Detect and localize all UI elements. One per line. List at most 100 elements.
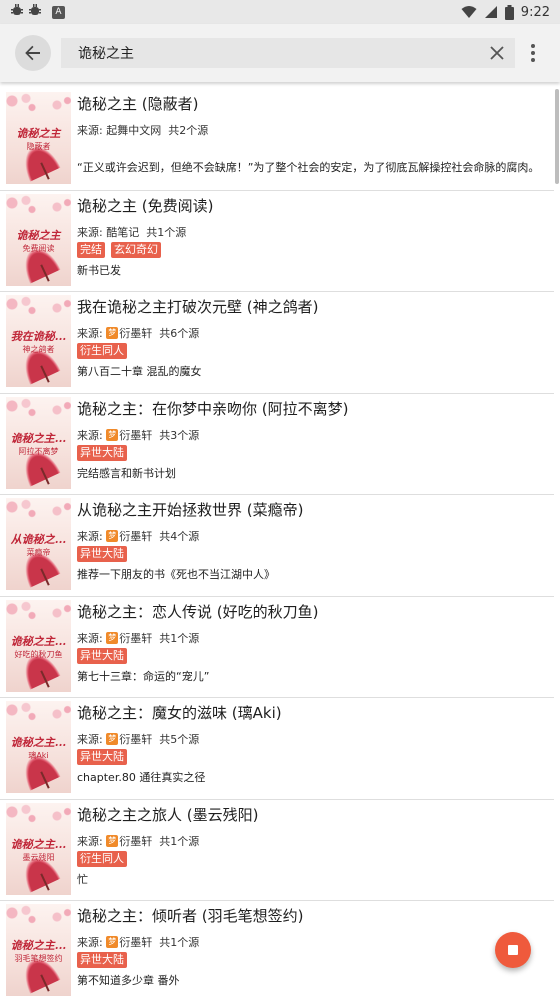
book-list-item[interactable]: 我在诡秘... 神之鸽者 我在诡秘之主打破次元壁 (神之鸽者) 来源: 梦衍墨轩… — [0, 292, 554, 394]
book-source: 来源: 梦衍墨轩 共5个源 — [77, 731, 199, 747]
cover-author: 璃Aki — [28, 751, 49, 760]
book-cover: 诡秘之主 隐蔽者 — [6, 92, 71, 184]
source-prefix: 来源: — [77, 733, 107, 746]
cover-title: 我在诡秘... — [10, 330, 67, 343]
book-tags: 异世大陆 — [77, 647, 127, 664]
a-icon: A — [52, 5, 65, 19]
cover-title: 从诡秘之... — [10, 533, 67, 546]
more-vert-icon[interactable] — [523, 38, 543, 68]
source-site-icon: 梦 — [106, 834, 119, 847]
book-source: 来源: 梦衍墨轩 共1个源 — [77, 833, 199, 849]
source-site-icon: 梦 — [106, 631, 119, 644]
book-cover: 诡秘之主... 阿拉不离梦 — [6, 396, 71, 489]
cover-title: 诡秘之主... — [10, 939, 67, 952]
book-cover: 从诡秘之... 菜瘾帝 — [6, 498, 71, 590]
book-cover: 诡秘之主... 墨云残阳 — [6, 802, 71, 895]
source-site-icon: 梦 — [106, 428, 119, 441]
source-prefix: 来源: — [77, 530, 107, 543]
scrollbar[interactable] — [555, 89, 559, 184]
book-source: 来源: 梦衍墨轩 共6个源 — [77, 325, 199, 341]
clear-icon[interactable] — [489, 45, 505, 61]
book-list-item[interactable]: 诡秘之主... 羽毛笔想签约 诡秘之主：倾听者 (羽毛笔想签约) 来源: 梦衍墨… — [0, 901, 554, 997]
book-list-item[interactable]: 诡秘之主... 墨云残阳 诡秘之主之旅人 (墨云残阳) 来源: 梦衍墨轩 共1个… — [0, 800, 554, 901]
cover-title: 诡秘之主... — [10, 837, 67, 851]
book-list-item[interactable]: 诡秘之主 免费阅读 诡秘之主 (免费阅读) 来源: 酷笔记 共1个源 完结 玄幻奇… — [0, 191, 554, 292]
book-list-item[interactable]: 诡秘之主... 璃Aki 诡秘之主：魔女的滋味 (璃Aki) 来源: 梦衍墨轩 … — [0, 698, 554, 800]
cover-author: 隐蔽者 — [26, 142, 51, 151]
book-latest-chapter: 完结感言和新书计划 — [77, 466, 176, 480]
app-bar: 诡秘之主 — [0, 24, 560, 82]
cover-title: 诡秘之主 — [16, 228, 61, 242]
book-tags: 衍生同人 — [77, 850, 127, 867]
book-source: 来源: 酷笔记 共1个源 — [77, 224, 186, 240]
source-prefix: 来源: — [77, 327, 107, 340]
cover-author: 阿拉不离梦 — [18, 446, 59, 456]
book-latest-chapter: chapter.80 通往真实之径 — [77, 771, 206, 784]
book-tags: 衍生同人 — [77, 343, 127, 359]
back-button[interactable] — [15, 35, 51, 71]
book-list-item[interactable]: 诡秘之主... 阿拉不离梦 诡秘之主：在你梦中亲吻你 (阿拉不离梦) 来源: 梦… — [0, 394, 554, 495]
category-tag: 异世大陆 — [77, 952, 127, 968]
book-tags: 异世大陆 — [77, 546, 127, 562]
back-arrow-icon — [25, 45, 40, 61]
status-left-icons: A — [10, 3, 65, 21]
book-list-item[interactable]: 从诡秘之... 菜瘾帝 从诡秘之主开始拯救世界 (菜瘾帝) 来源: 梦衍墨轩 共… — [0, 495, 554, 597]
search-input[interactable]: 诡秘之主 — [61, 38, 515, 68]
book-latest-chapter: 第七十三章：命运的“宠儿” — [77, 669, 210, 683]
book-title: 诡秘之主：恋人传说 (好吃的秋刀鱼) — [77, 602, 319, 621]
source-site-icon: 梦 — [106, 327, 119, 339]
book-tags: 异世大陆 — [77, 952, 127, 968]
source-text: 衍墨轩 共1个源 — [119, 631, 200, 645]
source-prefix: 来源: — [77, 936, 107, 949]
book-list-item[interactable]: 诡秘之主... 好吃的秋刀鱼 诡秘之主：恋人传说 (好吃的秋刀鱼) 来源: 梦衍… — [0, 597, 554, 698]
book-cover: 诡秘之主... 好吃的秋刀鱼 — [6, 599, 71, 692]
source-text: 衍墨轩 共1个源 — [119, 834, 200, 848]
book-cover: 我在诡秘... 神之鸽者 — [6, 295, 71, 387]
book-latest-chapter: 忙 — [77, 872, 88, 886]
bug-icon — [28, 3, 42, 21]
bug-icon — [10, 3, 24, 21]
category-tag: 异世大陆 — [77, 749, 127, 765]
signal-icon — [484, 6, 497, 18]
source-text: 衍墨轩 共5个源 — [119, 733, 200, 746]
book-title: 诡秘之主：魔女的滋味 (璃Aki) — [77, 704, 282, 722]
stop-button[interactable] — [495, 932, 531, 968]
book-title: 诡秘之主：倾听者 (羽毛笔想签约) — [77, 907, 304, 925]
search-result-list[interactable]: 诡秘之主 隐蔽者 诡秘之主 (隐蔽者) 来源: 起舞中文网 共2个源 “正义或许… — [0, 89, 560, 997]
book-latest-chapter: 推荐一下朋友的书《死也不当江湖中人》 — [77, 568, 275, 581]
book-source: 来源: 梦衍墨轩 共4个源 — [77, 528, 199, 544]
book-tags: 异世大陆 — [77, 749, 127, 765]
book-cover: 诡秘之主... 羽毛笔想签约 — [6, 904, 71, 996]
category-tag: 异世大陆 — [77, 546, 127, 562]
status-time: 9:22 — [520, 4, 550, 20]
status-right-icons: 9:22 — [461, 4, 550, 20]
source-site-icon: 梦 — [106, 733, 119, 745]
source-text: 来源: 起舞中文网 共2个源 — [77, 124, 209, 137]
category-tag: 异世大陆 — [77, 444, 127, 461]
book-title: 诡秘之主：在你梦中亲吻你 (阿拉不离梦) — [77, 399, 349, 418]
cover-title: 诡秘之主 — [16, 127, 61, 140]
source-text: 衍墨轩 共4个源 — [119, 530, 200, 543]
book-source: 来源: 梦衍墨轩 共1个源 — [77, 934, 199, 950]
source-text: 来源: 酷笔记 共1个源 — [77, 225, 187, 239]
book-latest-chapter: 新书已发 — [77, 263, 121, 277]
source-text: 衍墨轩 共3个源 — [119, 428, 200, 442]
battery-icon — [504, 4, 514, 20]
cover-author: 墨云残阳 — [22, 852, 55, 862]
category-tag: 衍生同人 — [77, 850, 127, 867]
wifi-icon — [461, 6, 477, 18]
book-latest-chapter: “正义或许会迟到，但绝不会缺席！”为了整个社会的安定，为了彻底瓦解操控社会命脉的… — [77, 161, 540, 174]
source-prefix: 来源: — [77, 428, 107, 442]
book-list-item[interactable]: 诡秘之主 隐蔽者 诡秘之主 (隐蔽者) 来源: 起舞中文网 共2个源 “正义或许… — [0, 89, 554, 191]
book-tags: 完结 玄幻奇幻 — [77, 241, 161, 258]
source-text: 衍墨轩 共6个源 — [119, 327, 200, 340]
cover-author: 神之鸽者 — [22, 345, 55, 354]
cover-author: 菜瘾帝 — [26, 548, 51, 557]
source-prefix: 来源: — [77, 834, 107, 848]
book-source: 来源: 起舞中文网 共2个源 — [77, 122, 208, 138]
search-input-value: 诡秘之主 — [78, 46, 134, 62]
book-latest-chapter: 第不知道多少章 番外 — [77, 974, 180, 987]
source-text: 衍墨轩 共1个源 — [119, 936, 200, 949]
source-site-icon: 梦 — [106, 530, 119, 542]
category-tag: 衍生同人 — [77, 343, 127, 359]
